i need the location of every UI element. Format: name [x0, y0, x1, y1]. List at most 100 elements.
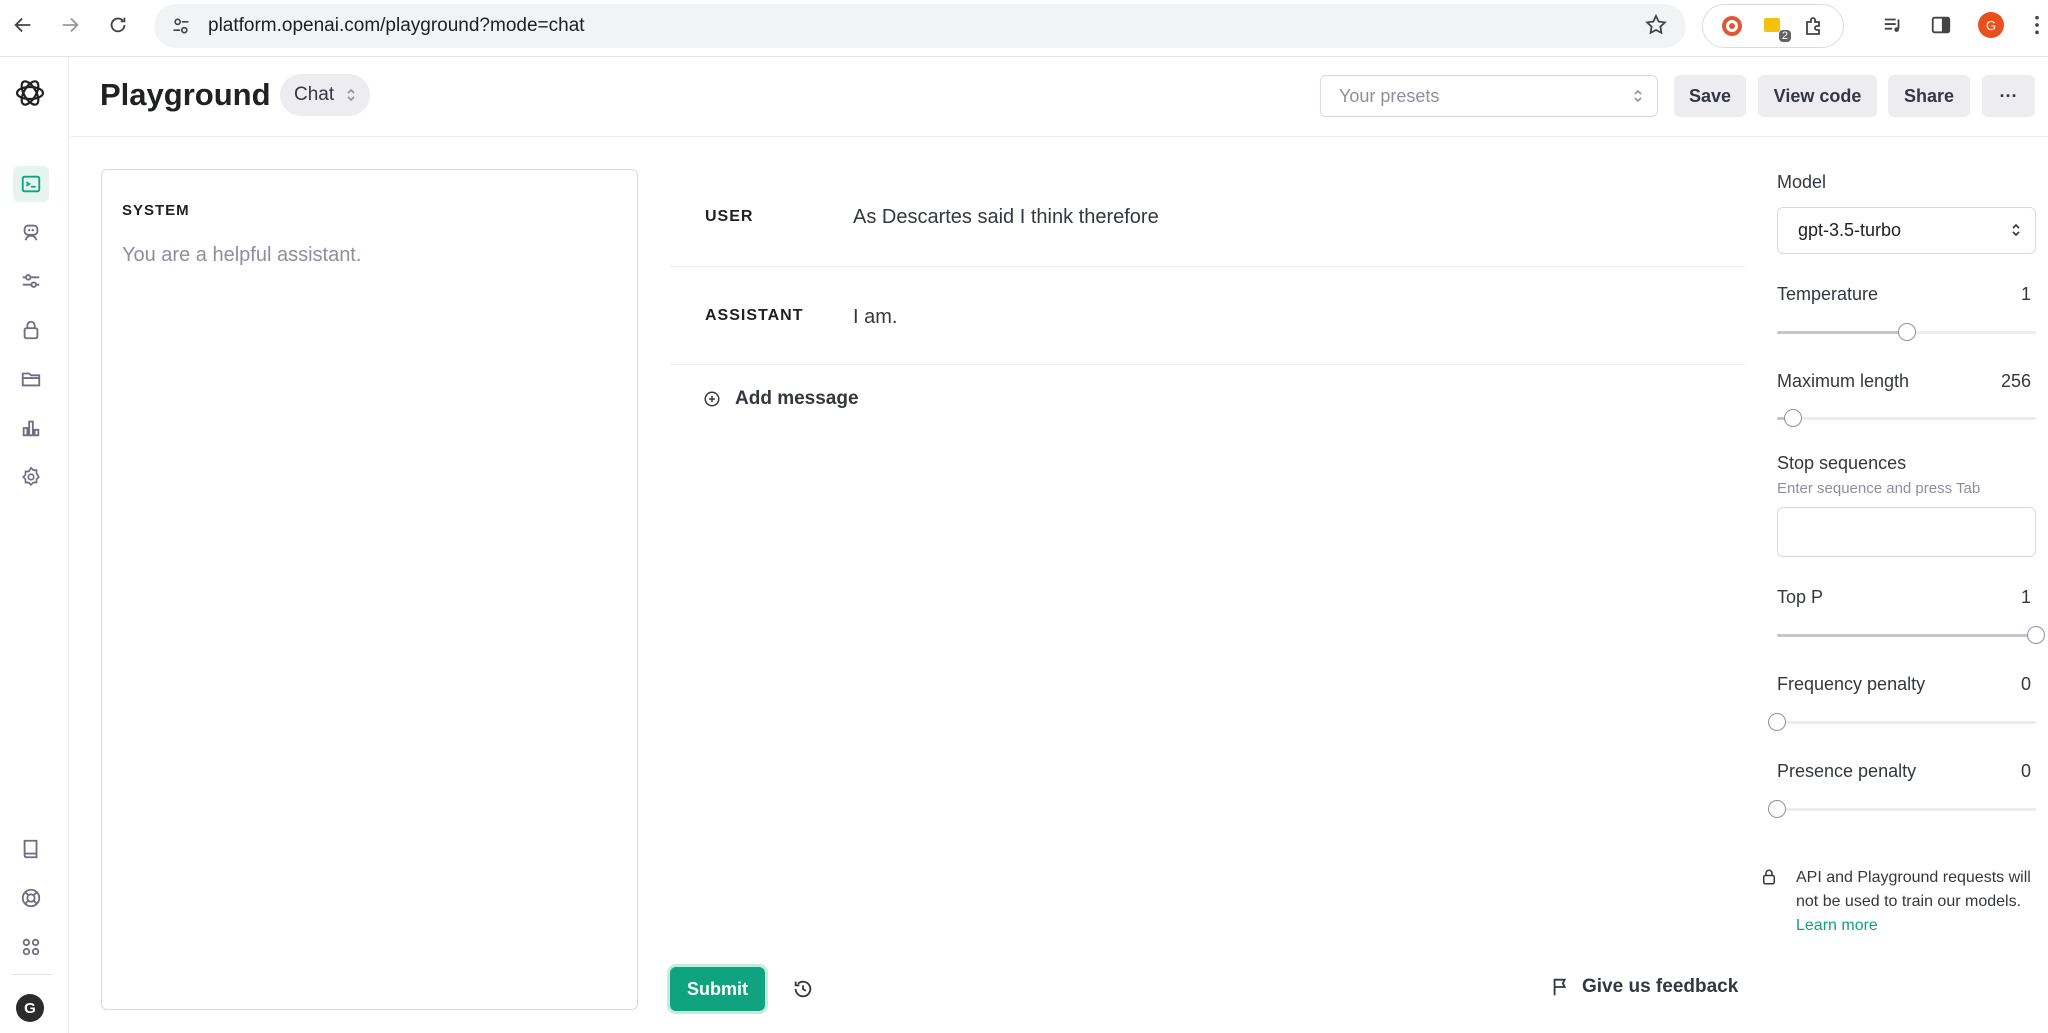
- duckduckgo-extension-icon[interactable]: [1718, 12, 1746, 40]
- model-value: gpt-3.5-turbo: [1798, 220, 1902, 240]
- stop-sequences-label: Stop sequences: [1777, 453, 1907, 473]
- chevron-up-down-icon: [2012, 223, 2020, 237]
- assistant-bot-icon: [23, 224, 39, 241]
- url-text: platform.openai.com/playground?mode=chat: [208, 15, 585, 36]
- feedback-label: Give us feedback: [1582, 976, 1739, 997]
- reload-button[interactable]: [103, 10, 133, 40]
- sidebar-item-files[interactable]: [13, 361, 49, 397]
- back-button[interactable]: [8, 10, 38, 40]
- tune-sliders-icon: [22, 274, 40, 288]
- frequency-penalty-slider[interactable]: [1768, 713, 2036, 731]
- address-bar[interactable]: platform.openai.com/playground?mode=chat: [154, 4, 1686, 48]
- save-button[interactable]: Save: [1674, 75, 1746, 117]
- sidebar-item-playground[interactable]: [13, 166, 49, 202]
- share-button[interactable]: Share: [1888, 75, 1970, 117]
- system-panel[interactable]: SYSTEM You are a helpful assistant.: [101, 169, 638, 1010]
- add-message-button[interactable]: Add message: [703, 388, 859, 410]
- forward-button[interactable]: [55, 10, 85, 40]
- frequency-penalty-value[interactable]: 0: [2021, 674, 2031, 695]
- max-length-label: Maximum length: [1777, 371, 1910, 391]
- more-options-button[interactable]: ···: [1982, 75, 2035, 117]
- slider-thumb[interactable]: [1897, 323, 1916, 341]
- sidebar-item-help[interactable]: [13, 880, 49, 916]
- browser-menu-icon[interactable]: [2022, 10, 2048, 40]
- max-length-slider[interactable]: [1777, 409, 2036, 427]
- message-content[interactable]: As Descartes said I think therefore: [853, 206, 1159, 229]
- slider-thumb[interactable]: [1768, 800, 1786, 818]
- bookmark-star-icon[interactable]: [1644, 13, 1668, 42]
- system-message-input[interactable]: You are a helpful assistant.: [122, 244, 361, 267]
- flag-icon: [1553, 978, 1567, 996]
- view-code-button[interactable]: View code: [1758, 75, 1877, 117]
- model-label: Model: [1777, 172, 1827, 192]
- bar-chart-icon: [22, 420, 40, 437]
- forward-arrow-icon: [62, 17, 79, 33]
- folder-icon: [21, 372, 41, 387]
- mode-select[interactable]: Chat: [280, 74, 371, 116]
- message-row-user[interactable]: USER As Descartes said I think therefore: [670, 182, 1745, 267]
- presence-penalty-label: Presence penalty: [1777, 761, 1917, 781]
- top-p-value[interactable]: 1: [2021, 587, 2031, 608]
- sidebar-item-docs[interactable]: [13, 831, 49, 867]
- extension-badge: 2: [1778, 30, 1791, 42]
- temperature-slider[interactable]: [1777, 323, 2036, 341]
- puzzle-extensions-icon[interactable]: [1800, 12, 1828, 40]
- lock-icon: [23, 320, 39, 340]
- avatar: G: [1978, 12, 2004, 38]
- system-label: SYSTEM: [122, 202, 190, 219]
- slider-thumb[interactable]: [2027, 626, 2045, 644]
- temperature-value[interactable]: 1: [2021, 284, 2031, 305]
- presence-penalty-value[interactable]: 0: [2021, 761, 2031, 782]
- sidebar-divider: [12, 974, 52, 975]
- sidebar-item-settings[interactable]: [13, 459, 49, 495]
- sidebar-item-assistants[interactable]: [13, 214, 49, 250]
- slider-thumb[interactable]: [1783, 409, 1802, 427]
- plus-circle-icon: [704, 391, 720, 407]
- message-role[interactable]: USER: [705, 208, 753, 226]
- history-button[interactable]: [788, 974, 818, 1004]
- max-length-value[interactable]: 256: [2001, 371, 2031, 392]
- site-settings-icon[interactable]: [166, 11, 196, 41]
- stop-sequences-input[interactable]: [1777, 507, 2036, 557]
- presence-penalty-slider[interactable]: [1768, 800, 2036, 818]
- notes-extension-icon[interactable]: 2: [1759, 12, 1791, 42]
- presets-select[interactable]: Your presets: [1320, 75, 1658, 117]
- sidebar: G: [0, 57, 69, 1033]
- sidebar-item-fine-tuning[interactable]: [13, 263, 49, 299]
- terminal-icon: [21, 175, 41, 193]
- chevron-up-down-icon: [347, 88, 355, 102]
- sidebar-profile-avatar[interactable]: G: [16, 994, 44, 1022]
- learn-more-link[interactable]: Learn more: [1796, 917, 1878, 934]
- message-content[interactable]: I am.: [853, 306, 897, 329]
- profile-button[interactable]: G: [1976, 10, 2006, 40]
- feedback-button[interactable]: Give us feedback: [1550, 976, 1738, 998]
- add-message-label: Add message: [735, 388, 859, 409]
- stop-sequences-hint: Enter sequence and press Tab: [1777, 480, 1981, 497]
- media-control-icon[interactable]: [1878, 10, 1908, 40]
- model-select[interactable]: gpt-3.5-turbo: [1777, 207, 2036, 254]
- privacy-notice-text: API and Playground requests will not be …: [1796, 866, 2036, 938]
- apps-grid-icon: [22, 938, 40, 956]
- submit-button[interactable]: Submit: [670, 967, 765, 1011]
- message-role[interactable]: ASSISTANT: [705, 307, 803, 325]
- frequency-penalty-label: Frequency penalty: [1777, 674, 1926, 694]
- message-row-assistant[interactable]: ASSISTANT I am.: [670, 267, 1745, 365]
- side-panel-icon[interactable]: [1926, 10, 1956, 40]
- openai-logo-icon[interactable]: [12, 75, 48, 111]
- lock-icon: [1763, 869, 1775, 885]
- top-p-slider[interactable]: [1777, 626, 2045, 644]
- sidebar-item-apps[interactable]: [13, 929, 49, 965]
- book-icon: [23, 839, 38, 859]
- sidebar-item-usage[interactable]: [13, 410, 49, 446]
- page-header: Playground Chat Your presets Save View c…: [70, 57, 2048, 137]
- history-icon: [794, 980, 812, 998]
- slider-thumb[interactable]: [1768, 713, 1786, 731]
- extensions-group: 2: [1702, 4, 1844, 48]
- notice-text: API and Playground requests will not be …: [1796, 869, 2031, 910]
- sidebar-item-api-keys[interactable]: [13, 312, 49, 348]
- back-arrow-icon: [14, 17, 31, 33]
- temperature-label: Temperature: [1777, 284, 1879, 304]
- browser-toolbar: platform.openai.com/playground?mode=chat…: [0, 0, 2048, 57]
- chevron-up-down-icon: [1634, 89, 1642, 103]
- help-lifebuoy-icon: [21, 888, 41, 908]
